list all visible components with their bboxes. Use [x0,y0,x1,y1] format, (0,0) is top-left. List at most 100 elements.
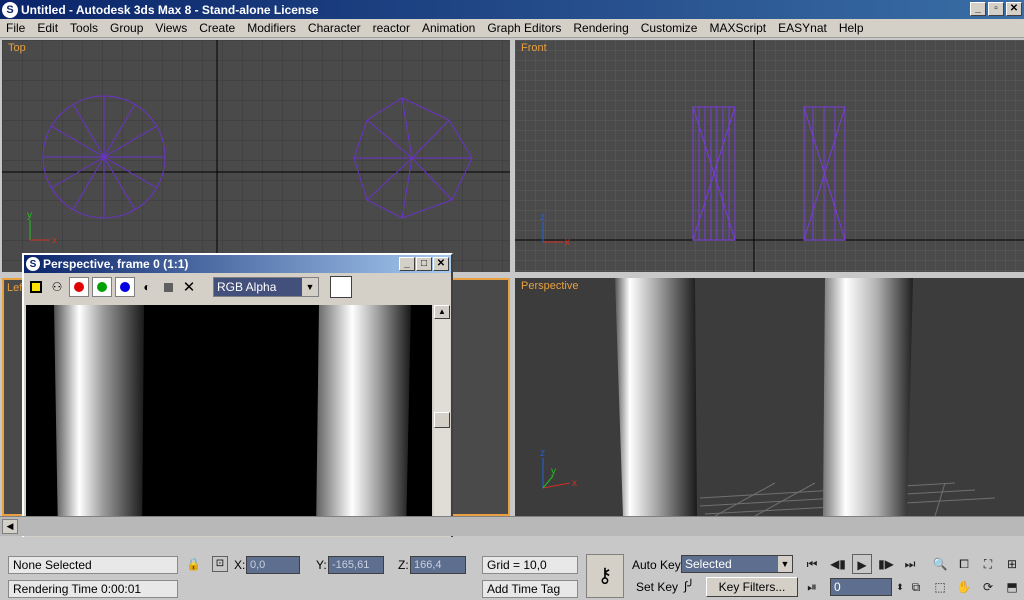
grid-size-display: Grid = 10,0 [482,556,578,574]
clear-icon[interactable]: ✕ [180,278,198,296]
time-configuration-icon[interactable]: ⧉ [906,577,926,597]
auto-key-button[interactable]: Auto Key [632,558,681,572]
save-image-icon[interactable] [27,278,45,296]
key-filters-button[interactable]: Key Filters... [706,577,798,597]
viewport-perspective[interactable]: z x y Perspective [515,278,1024,516]
default-tangents-icon[interactable]: ∫╯ [684,579,695,593]
key-mode-toggle-icon[interactable]: ⏯ [802,577,822,597]
selection-status: None Selected [8,556,178,574]
axis-x-label: x [572,478,577,489]
maximize-viewport-icon[interactable]: ⬒ [1002,577,1022,597]
title-bar: S Untitled - Autodesk 3ds Max 8 - Stand-… [0,0,1024,19]
next-frame-icon[interactable]: ▮▶ [876,554,896,574]
current-frame-field[interactable]: 0 [830,578,892,596]
menu-customize[interactable]: Customize [635,21,704,35]
render-close-button[interactable]: ✕ [433,257,449,271]
time-slider-track[interactable]: ◀ [0,516,1024,536]
menu-rendering[interactable]: Rendering [567,21,634,35]
channel-select[interactable]: RGB Alpha ▼ [213,277,319,297]
zoom-extents-all-icon[interactable]: ⊞ [1002,554,1022,574]
viewport-label-perspective[interactable]: Perspective [521,280,578,292]
render-window-title-bar[interactable]: S Perspective, frame 0 (1:1) _ □ ✕ [24,255,451,273]
chevron-down-icon[interactable]: ▼ [302,278,318,296]
go-to-end-icon[interactable]: ⏭ [900,554,920,574]
y-coord-field[interactable]: -165,61 [328,556,384,574]
red-channel-toggle[interactable] [69,277,89,297]
menu-reactor[interactable]: reactor [367,21,416,35]
menu-maxscript[interactable]: MAXScript [703,21,772,35]
viewport-top[interactable]: y x Top [2,40,510,272]
axis-y-label: y [27,210,32,221]
3dsmax-app-icon[interactable]: S [2,1,18,18]
minimize-button[interactable]: _ [970,2,986,16]
viewport-label-top[interactable]: Top [8,42,26,54]
menu-help[interactable]: Help [833,21,870,35]
absolute-mode-icon[interactable]: ⊡ [212,556,228,572]
status-bar: None Selected Rendering Time 0:00:01 🔒 ⊡… [0,537,1024,600]
perspective-viewport-canvas: z x y [540,278,996,516]
rendering-time-status: Rendering Time 0:00:01 [8,580,178,598]
clone-window-icon[interactable]: ⚇ [48,278,66,296]
menu-tools[interactable]: Tools [64,21,104,35]
monochrome-icon[interactable] [159,278,177,296]
render-toolbar: ⚇ ◐ ✕ RGB Alpha ▼ [24,273,451,301]
window-controls: _ ▫ ✕ [970,2,1022,16]
channel-select-value: RGB Alpha [217,280,277,294]
3dsmax-app-icon: S [26,257,40,271]
render-window-title: Perspective, frame 0 (1:1) [43,257,189,271]
top-viewport-canvas: y x [2,40,510,272]
cylinder-perspective-right[interactable] [823,278,913,516]
close-button[interactable]: ✕ [1006,2,1022,16]
x-coord-field[interactable]: 0,0 [246,556,300,574]
pan-icon[interactable]: ✋ [954,577,974,597]
x-coord-label: X: [234,558,246,572]
render-minimize-button[interactable]: _ [399,257,415,271]
add-time-tag[interactable]: Add Time Tag [482,580,578,598]
rendered-cylinder-right [316,305,411,535]
axis-y-label: y [551,466,556,477]
menu-graph-editors[interactable]: Graph Editors [481,21,567,35]
z-coord-field[interactable]: 166,4 [410,556,466,574]
menu-create[interactable]: Create [193,21,241,35]
vertical-scroll-thumb[interactable] [434,412,450,428]
cylinder-perspective-left[interactable] [615,278,697,516]
play-icon[interactable]: ▶ [852,554,872,574]
axis-x-label: x [565,237,570,248]
time-slider-left-button[interactable]: ◀ [2,519,18,534]
go-to-start-icon[interactable]: ⏮ [802,554,822,574]
previous-frame-icon[interactable]: ◀▮ [828,554,848,574]
menu-file[interactable]: File [0,21,31,35]
axis-z-label: z [540,448,545,459]
color-swatch[interactable] [330,276,352,298]
zoom-all-icon[interactable]: ⧠ [954,554,974,574]
blue-channel-toggle[interactable] [115,277,135,297]
orbit-icon[interactable]: ⟳ [978,577,998,597]
render-maximize-button[interactable]: □ [416,257,432,271]
app-title: Untitled - Autodesk 3ds Max 8 - Stand-al… [21,2,319,17]
menu-edit[interactable]: Edit [31,21,64,35]
restore-button[interactable]: ▫ [988,2,1004,16]
alpha-channel-icon[interactable]: ◐ [138,278,156,296]
menu-group[interactable]: Group [104,21,149,35]
menu-views[interactable]: Views [149,21,193,35]
key-mode-select[interactable]: Selected ▼ [681,555,793,573]
key-icon[interactable]: ⚷ [586,554,624,598]
chevron-down-icon[interactable]: ▼ [778,556,792,572]
vertical-scrollbar[interactable]: ▲ ▼ [434,305,450,535]
menu-easynat[interactable]: EASYnat [772,21,833,35]
zoom-icon[interactable]: 🔍 [930,554,950,574]
scroll-up-button[interactable]: ▲ [434,305,450,319]
green-channel-toggle[interactable] [92,277,112,297]
selection-lock-icon[interactable]: 🔒 [186,557,201,571]
z-coord-label: Z: [398,558,409,572]
front-viewport-canvas: z x [515,40,1024,272]
zoom-extents-icon[interactable]: ⛶ [978,554,998,574]
menu-character[interactable]: Character [302,21,367,35]
viewport-front[interactable]: z x Front [515,40,1024,272]
menu-animation[interactable]: Animation [416,21,481,35]
set-key-button[interactable]: Set Key [636,580,678,594]
region-zoom-icon[interactable]: ⬚ [930,577,950,597]
viewport-label-front[interactable]: Front [521,42,547,54]
menu-modifiers[interactable]: Modifiers [241,21,302,35]
axis-z-label: z [540,212,545,223]
